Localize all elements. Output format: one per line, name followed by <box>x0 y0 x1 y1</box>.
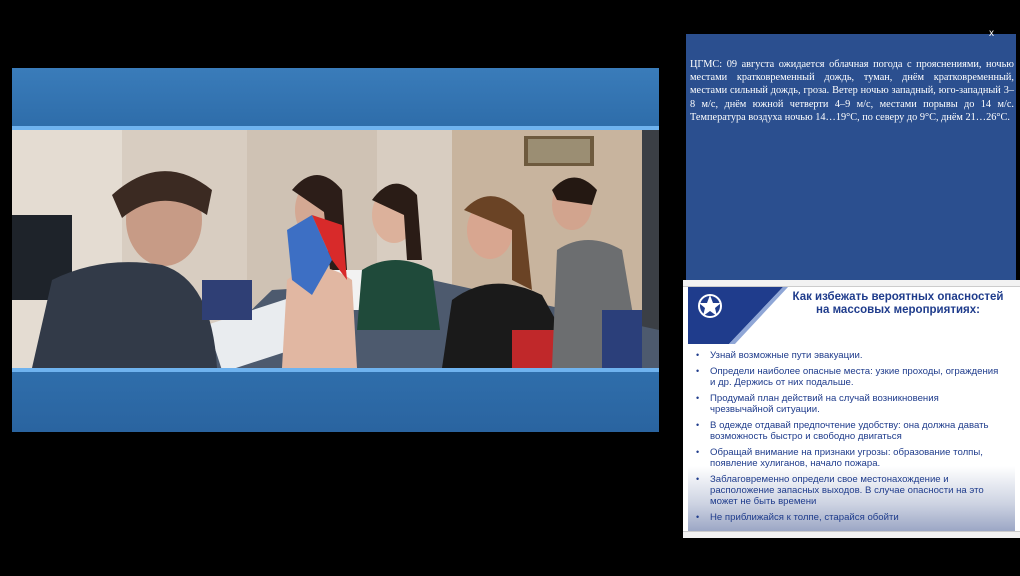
bullet-icon: • <box>696 393 700 403</box>
bullet-icon: • <box>696 447 700 457</box>
list-item: • Определи наиболее опасные места: узкие … <box>696 366 999 388</box>
newsroom-scene-image <box>12 130 659 368</box>
list-item: • Продумай план действий на случай возник… <box>696 393 939 415</box>
list-item: • В одежде отдавай предпочтение удобству:… <box>696 420 989 442</box>
video-top-band <box>12 68 659 126</box>
bullet-icon: • <box>696 474 700 484</box>
list-item: • Не приближайся к толпе, старайся обойти <box>696 512 899 523</box>
slide-body: • Узнай возможные пути эвакуации. • Опреде… <box>688 344 1015 532</box>
list-item: • Обращай внимание на признаки угрозы: об… <box>696 447 983 469</box>
bullet-icon: • <box>696 366 700 376</box>
list-item: • Заблаговременно определи свое местонахо… <box>696 474 984 507</box>
slide-title: Как избежать вероятных опасностей на мас… <box>792 291 1004 316</box>
bullet-icon: • <box>696 512 700 522</box>
safety-slide-panel: Как избежать вероятных опасностей на мас… <box>683 280 1020 538</box>
close-icon[interactable]: x <box>989 28 994 39</box>
bullet-icon: • <box>696 350 700 360</box>
slide-statusbar <box>683 531 1020 538</box>
slide-toolbar <box>683 280 1020 287</box>
weather-forecast-text: ЦГМС: 09 августа ожидается облачная пого… <box>690 59 1014 123</box>
slide-bullet-list: • Узнай возможные пути эвакуации. • Опреде… <box>694 350 1004 528</box>
slide-header: Как избежать вероятных опасностей на мас… <box>688 287 1015 345</box>
bullet-icon: • <box>696 420 700 430</box>
video-scene <box>12 130 659 368</box>
list-item: • Узнай возможные пути эвакуации. <box>696 350 863 361</box>
weather-forecast-panel: x ЦГМС: 09 августа ожидается облачная по… <box>686 28 1016 280</box>
video-player[interactable] <box>12 68 659 432</box>
video-bottom-band <box>12 372 659 432</box>
